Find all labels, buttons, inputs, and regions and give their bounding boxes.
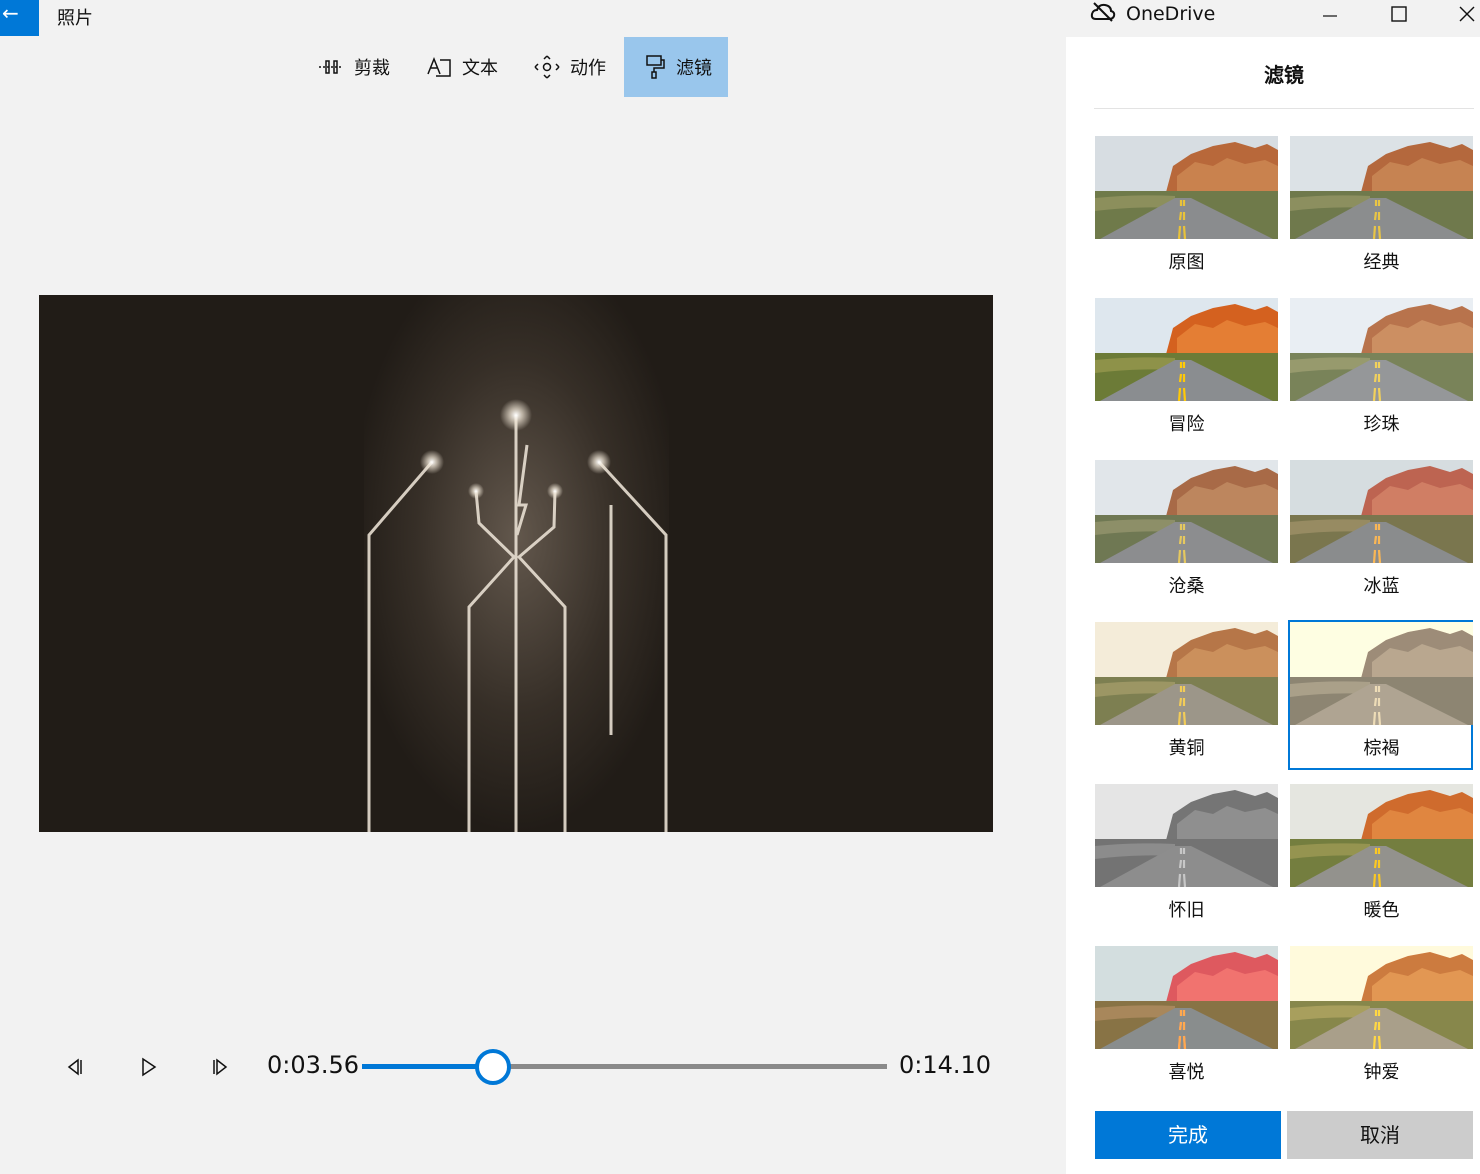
onedrive-status[interactable]: OneDrive (1090, 1, 1215, 27)
filter-label: 沧桑 (1168, 576, 1205, 597)
filter-label: 黄铜 (1168, 738, 1205, 759)
tab-text[interactable]: 文本 (408, 37, 516, 97)
motion-icon (534, 55, 560, 79)
tab-motion-label: 动作 (570, 58, 606, 79)
close-button[interactable] (1443, 0, 1480, 28)
step-back-icon (67, 1058, 82, 1076)
filter-tile[interactable]: 黄铜 (1093, 620, 1278, 770)
filter-tile[interactable]: 原图 (1093, 134, 1278, 284)
filter-tile[interactable]: 棕褐 (1288, 620, 1473, 770)
step-forward-icon (213, 1058, 228, 1076)
previous-frame-button[interactable] (62, 1054, 88, 1080)
filter-tile[interactable]: 冒险 (1093, 296, 1278, 446)
tab-motion[interactable]: 动作 (516, 37, 624, 97)
filter-thumbnail-image (1290, 136, 1473, 239)
filter-label: 棕褐 (1363, 738, 1400, 759)
done-button[interactable]: 完成 (1095, 1111, 1281, 1159)
cancel-button[interactable]: 取消 (1287, 1111, 1473, 1159)
title-bar: ← 照片 OneDrive (0, 0, 1480, 36)
filter-label: 珍珠 (1363, 414, 1400, 435)
tab-text-label: 文本 (462, 58, 498, 79)
total-time: 0:14.10 (899, 1051, 992, 1079)
maximize-button[interactable] (1375, 0, 1423, 28)
back-button[interactable]: ← (0, 0, 39, 36)
filter-tile[interactable]: 暖色 (1288, 782, 1473, 932)
filter-thumbnail-image (1290, 460, 1473, 563)
current-time: 0:03.56 (267, 1051, 360, 1079)
cloud-offline-icon (1090, 1, 1116, 27)
filter-label: 喜悦 (1168, 1062, 1205, 1083)
filter-tile[interactable]: 经典 (1288, 134, 1473, 284)
edit-toolbar: 剪裁 文本 动作 滤镜 (300, 37, 728, 97)
tab-trim-label: 剪裁 (354, 58, 390, 79)
onedrive-label: OneDrive (1126, 3, 1216, 25)
filter-thumbnail-image (1290, 946, 1473, 1049)
app-title: 照片 (57, 8, 93, 29)
seek-slider-track[interactable] (362, 1064, 887, 1069)
filter-tile[interactable]: 沧桑 (1093, 458, 1278, 608)
back-arrow-icon: ← (2, 1, 19, 25)
play-button[interactable] (135, 1054, 161, 1080)
filter-thumbnail-image (1290, 298, 1473, 401)
filters-panel: 滤镜 原图 经典冒险 珍珠沧桑 冰蓝黄铜 棕褐怀旧 暖色喜悦 钟爱 (1066, 37, 1480, 1174)
filter-thumbnail-image (1095, 136, 1278, 239)
close-icon (1459, 6, 1475, 22)
filter-thumbnail-image (1095, 460, 1278, 563)
text-icon (426, 56, 452, 78)
seek-slider-thumb[interactable] (475, 1049, 512, 1085)
filter-thumbnail-image (1095, 946, 1278, 1049)
filter-tile[interactable]: 冰蓝 (1288, 458, 1473, 608)
play-icon (142, 1057, 157, 1077)
filter-label: 经典 (1363, 252, 1400, 273)
filter-tile[interactable]: 钟爱 (1288, 944, 1473, 1094)
trim-icon (318, 56, 344, 78)
panel-title: 滤镜 (1264, 63, 1304, 87)
filter-label: 原图 (1168, 252, 1205, 273)
filter-tile[interactable]: 珍珠 (1288, 296, 1473, 446)
minimize-button[interactable] (1306, 0, 1354, 28)
filter-thumbnail-image (1290, 622, 1473, 725)
filter-tile[interactable]: 怀旧 (1093, 782, 1278, 932)
preview-frame-image (364, 295, 669, 832)
filter-label: 冰蓝 (1363, 576, 1400, 597)
seek-slider-progress (362, 1064, 494, 1069)
filter-label: 冒险 (1168, 414, 1205, 435)
filter-thumbnail-image (1095, 784, 1278, 887)
filter-label: 怀旧 (1168, 900, 1205, 921)
next-frame-button[interactable] (207, 1054, 233, 1080)
panel-divider (1094, 108, 1474, 109)
tab-trim[interactable]: 剪裁 (300, 37, 408, 97)
video-preview[interactable] (39, 295, 993, 832)
tab-filters[interactable]: 滤镜 (624, 37, 728, 97)
filter-label: 钟爱 (1363, 1062, 1400, 1083)
filter-tile[interactable]: 喜悦 (1093, 944, 1278, 1094)
tab-filters-label: 滤镜 (676, 58, 712, 79)
filter-icon (644, 54, 666, 80)
filter-thumbnail-image (1095, 622, 1278, 725)
filter-label: 暖色 (1363, 900, 1400, 921)
filter-thumbnail-image (1290, 784, 1473, 887)
minimize-icon (1323, 15, 1337, 17)
filter-thumbnail-image (1095, 298, 1278, 401)
maximize-icon (1391, 6, 1407, 22)
